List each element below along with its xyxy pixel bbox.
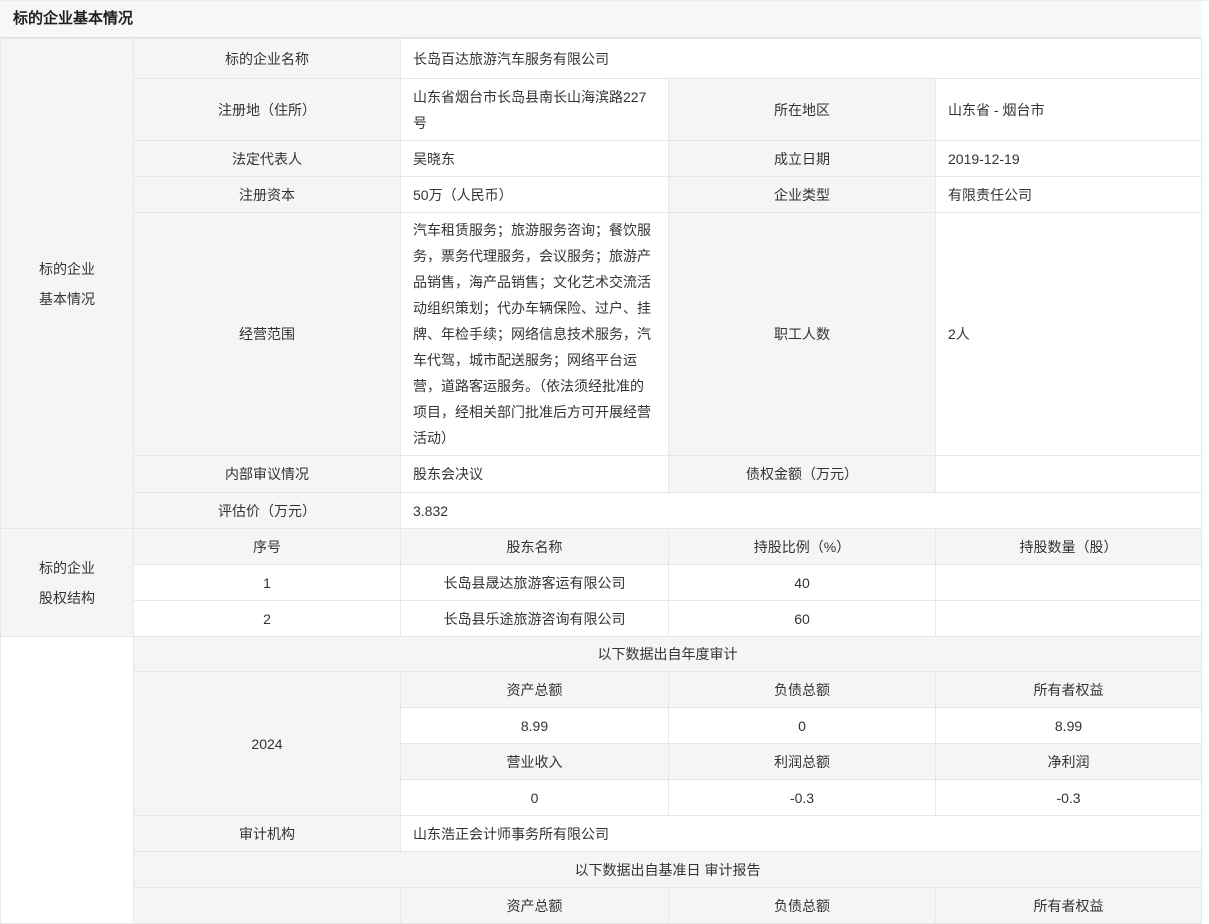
basedate-header-total-assets: 资产总额 [401,888,669,924]
company-name-value: 长岛百达旅游汽车服务有限公司 [401,39,1202,79]
audit-value-total-profit: -0.3 [669,780,936,816]
staff-count-label: 职工人数 [669,213,936,456]
equity-header-no: 序号 [134,529,401,565]
basedate-header-owner-equity: 所有者权益 [936,888,1202,924]
business-scope-label: 经营范围 [134,213,401,456]
basedate-audit-header: 以下数据出自基准日 审计报告 [134,852,1202,888]
audit-value-net-profit: -0.3 [936,780,1202,816]
audit-header-total-assets: 资产总额 [401,672,669,708]
audit-header-revenue: 营业收入 [401,744,669,780]
equity-row-shareholder: 长岛县晟达旅游客运有限公司 [401,565,669,601]
internal-review-label: 内部审议情况 [134,456,401,493]
audit-value-revenue: 0 [401,780,669,816]
company-info-table: 标的企业 基本情况 标的企业名称 长岛百达旅游汽车服务有限公司 注册地（住所） … [0,38,1202,924]
basedate-header-total-liabilities: 负债总额 [669,888,936,924]
internal-review-value: 股东会决议 [401,456,669,493]
equity-row-ratio: 40 [669,565,936,601]
equity-row: 1 长岛县晟达旅游客运有限公司 40 [1,565,1202,601]
equity-row-no: 2 [134,601,401,637]
audit-header-net-profit: 净利润 [936,744,1202,780]
section-label-audit-empty [1,637,134,924]
audit-value-total-liabilities: 0 [669,708,936,744]
legal-rep-label: 法定代表人 [134,141,401,177]
audit-value-owner-equity: 8.99 [936,708,1202,744]
region-label: 所在地区 [669,79,936,141]
audit-header-total-liabilities: 负债总额 [669,672,936,708]
audit-year-cell: 2024 [134,672,401,816]
section-label-basic-info: 标的企业 基本情况 [1,39,134,529]
audit-header-owner-equity: 所有者权益 [936,672,1202,708]
section-label-equity-structure: 标的企业 股权结构 [1,529,134,637]
region-value: 山东省 - 烟台市 [936,79,1202,141]
section-label-line: 基本情况 [9,284,125,314]
audit-agency-label: 审计机构 [134,816,401,852]
established-date-label: 成立日期 [669,141,936,177]
registered-capital-label: 注册资本 [134,177,401,213]
basedate-year-cell [134,888,401,924]
debt-amount-value [936,456,1202,493]
equity-row-shares [936,565,1202,601]
company-type-label: 企业类型 [669,177,936,213]
staff-count-value: 2人 [936,213,1202,456]
company-name-label: 标的企业名称 [134,39,401,79]
equity-row-shareholder: 长岛县乐途旅游咨询有限公司 [401,601,669,637]
established-date-value: 2019-12-19 [936,141,1202,177]
equity-row-ratio: 60 [669,601,936,637]
equity-row-no: 1 [134,565,401,601]
audit-value-total-assets: 8.99 [401,708,669,744]
equity-row-shares [936,601,1202,637]
audit-agency-value: 山东浩正会计师事务所有限公司 [401,816,1202,852]
equity-header-shareholder: 股东名称 [401,529,669,565]
equity-header-ratio: 持股比例（%） [669,529,936,565]
section-label-line: 股权结构 [9,583,125,613]
audit-header-total-profit: 利润总额 [669,744,936,780]
annual-audit-header: 以下数据出自年度审计 [134,637,1202,672]
company-detail-panel: 标的企业基本情况 标的企业 基本情况 标的企业名称 长岛百达旅游汽车服务有限公司… [0,0,1209,924]
valuation-label: 评估价（万元） [134,493,401,529]
section-label-line: 标的企业 [9,254,125,284]
registered-capital-value: 50万（人民币） [401,177,669,213]
section-label-line: 标的企业 [9,553,125,583]
equity-row: 2 长岛县乐途旅游咨询有限公司 60 [1,601,1202,637]
registered-address-value: 山东省烟台市长岛县南长山海滨路227号 [401,79,669,141]
debt-amount-label: 债权金额（万元） [669,456,936,493]
page-title: 标的企业基本情况 [0,1,1201,38]
legal-rep-value: 吴晓东 [401,141,669,177]
registered-address-label: 注册地（住所） [134,79,401,141]
equity-header-shares: 持股数量（股） [936,529,1202,565]
business-scope-value: 汽车租赁服务；旅游服务咨询；餐饮服务，票务代理服务，会议服务；旅游产品销售，海产… [401,213,669,456]
company-type-value: 有限责任公司 [936,177,1202,213]
valuation-value: 3.832 [401,493,1202,529]
